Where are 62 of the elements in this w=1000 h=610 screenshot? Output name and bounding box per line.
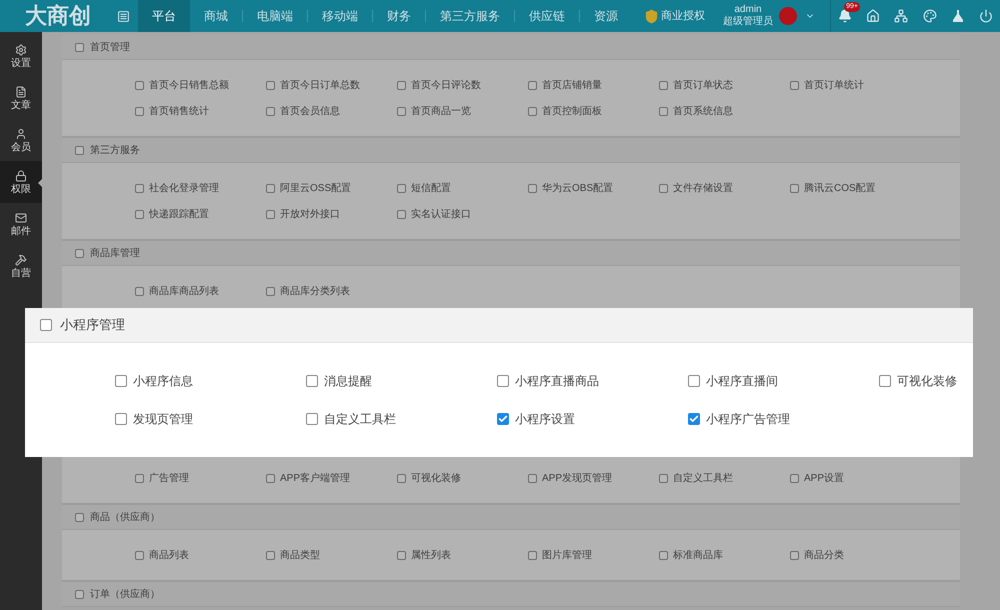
permission-label: 阿里云OSS配置	[280, 182, 352, 196]
nav-tab[interactable]: 供应链	[515, 0, 579, 32]
sidebar-item[interactable]: 文章	[0, 77, 42, 119]
nav-tab[interactable]: 商城	[190, 0, 242, 32]
permission-label: 腾讯云COS配置	[804, 182, 876, 196]
permission-label: 首页今日销售总额	[149, 78, 229, 92]
permission-label: 商品库分类列表	[280, 284, 350, 298]
permission-label: 小程序直播间	[706, 373, 778, 390]
nav-tab[interactable]: 资源	[580, 0, 632, 32]
permission-label: 首页销售统计	[149, 104, 209, 118]
license-link[interactable]: 商业授权	[661, 8, 705, 24]
permission-label: 首页系统信息	[673, 104, 733, 118]
permission-label: APP发现页管理	[542, 472, 612, 486]
permission-label: 属性列表	[411, 548, 451, 562]
sidebar-item[interactable]: 会员	[0, 119, 42, 161]
permission-label: 首页订单状态	[673, 78, 733, 92]
permission-label: 标准商品库	[673, 548, 723, 562]
permission-label: 文件存储设置	[673, 182, 733, 196]
permission-label: 首页今日评论数	[411, 78, 481, 92]
permission-label: 小程序设置	[515, 411, 575, 428]
permission-label: 短信配置	[411, 182, 451, 196]
permission-label: 自定义工具栏	[324, 411, 396, 428]
permission-label: 商品类型	[280, 548, 320, 562]
permission-label: 消息提醒	[324, 373, 372, 390]
nav-tab[interactable]: 平台	[138, 0, 190, 32]
logo: 大商创	[24, 5, 92, 27]
permission-label: 可视化装修	[897, 373, 957, 390]
permission-label: 小程序信息	[133, 373, 193, 390]
permission-label: 首页店铺销量	[542, 78, 602, 92]
permission-label: 小程序广告管理	[706, 411, 790, 428]
permission-label: 商品分类	[804, 548, 844, 562]
sidebar-item[interactable]: 邮件	[0, 203, 42, 245]
permission-label: 首页今日订单总数	[280, 78, 360, 92]
permission-label: 首页商品一览	[411, 104, 471, 118]
permission-label: 商品列表	[149, 548, 189, 562]
permission-label: 小程序直播商品	[515, 373, 599, 390]
permission-label: 发现页管理	[133, 411, 193, 428]
permission-label: APP设置	[804, 472, 844, 486]
nav-tab[interactable]: 电脑端	[243, 0, 307, 32]
permission-label: 可视化装修	[411, 472, 461, 486]
sidebar-item[interactable]: 设置	[0, 35, 42, 77]
user-name: admin	[734, 4, 762, 16]
permission-label: 自定义工具栏	[673, 472, 733, 486]
permission-label: 广告管理	[149, 472, 189, 486]
user-role: 超级管理员	[723, 16, 773, 28]
permission-label: 华为云OBS配置	[542, 182, 614, 196]
nav-tab[interactable]: 财务	[373, 0, 425, 32]
permission-label: 首页订单统计	[804, 78, 864, 92]
permission-label: 开放对外接口	[280, 208, 340, 222]
permission-label: 商品库商品列表	[149, 284, 219, 298]
permission-label: 首页控制面板	[542, 104, 602, 118]
permission-label: 图片库管理	[542, 548, 592, 562]
permission-label: 首页会员信息	[280, 104, 340, 118]
permission-label: 社会化登录管理	[149, 182, 219, 196]
sidebar-item[interactable]: 权限	[0, 161, 42, 203]
nav-tab[interactable]: 移动端	[308, 0, 372, 32]
permission-label: APP客户端管理	[280, 472, 350, 486]
card-header: 小程序管理	[25, 308, 973, 343]
nav-tab[interactable]: 第三方服务	[426, 0, 514, 32]
permission-label: 实名认证接口	[411, 208, 471, 222]
permission-label: 快递跟踪配置	[149, 208, 209, 222]
sidebar-item[interactable]: 自营	[0, 245, 42, 287]
